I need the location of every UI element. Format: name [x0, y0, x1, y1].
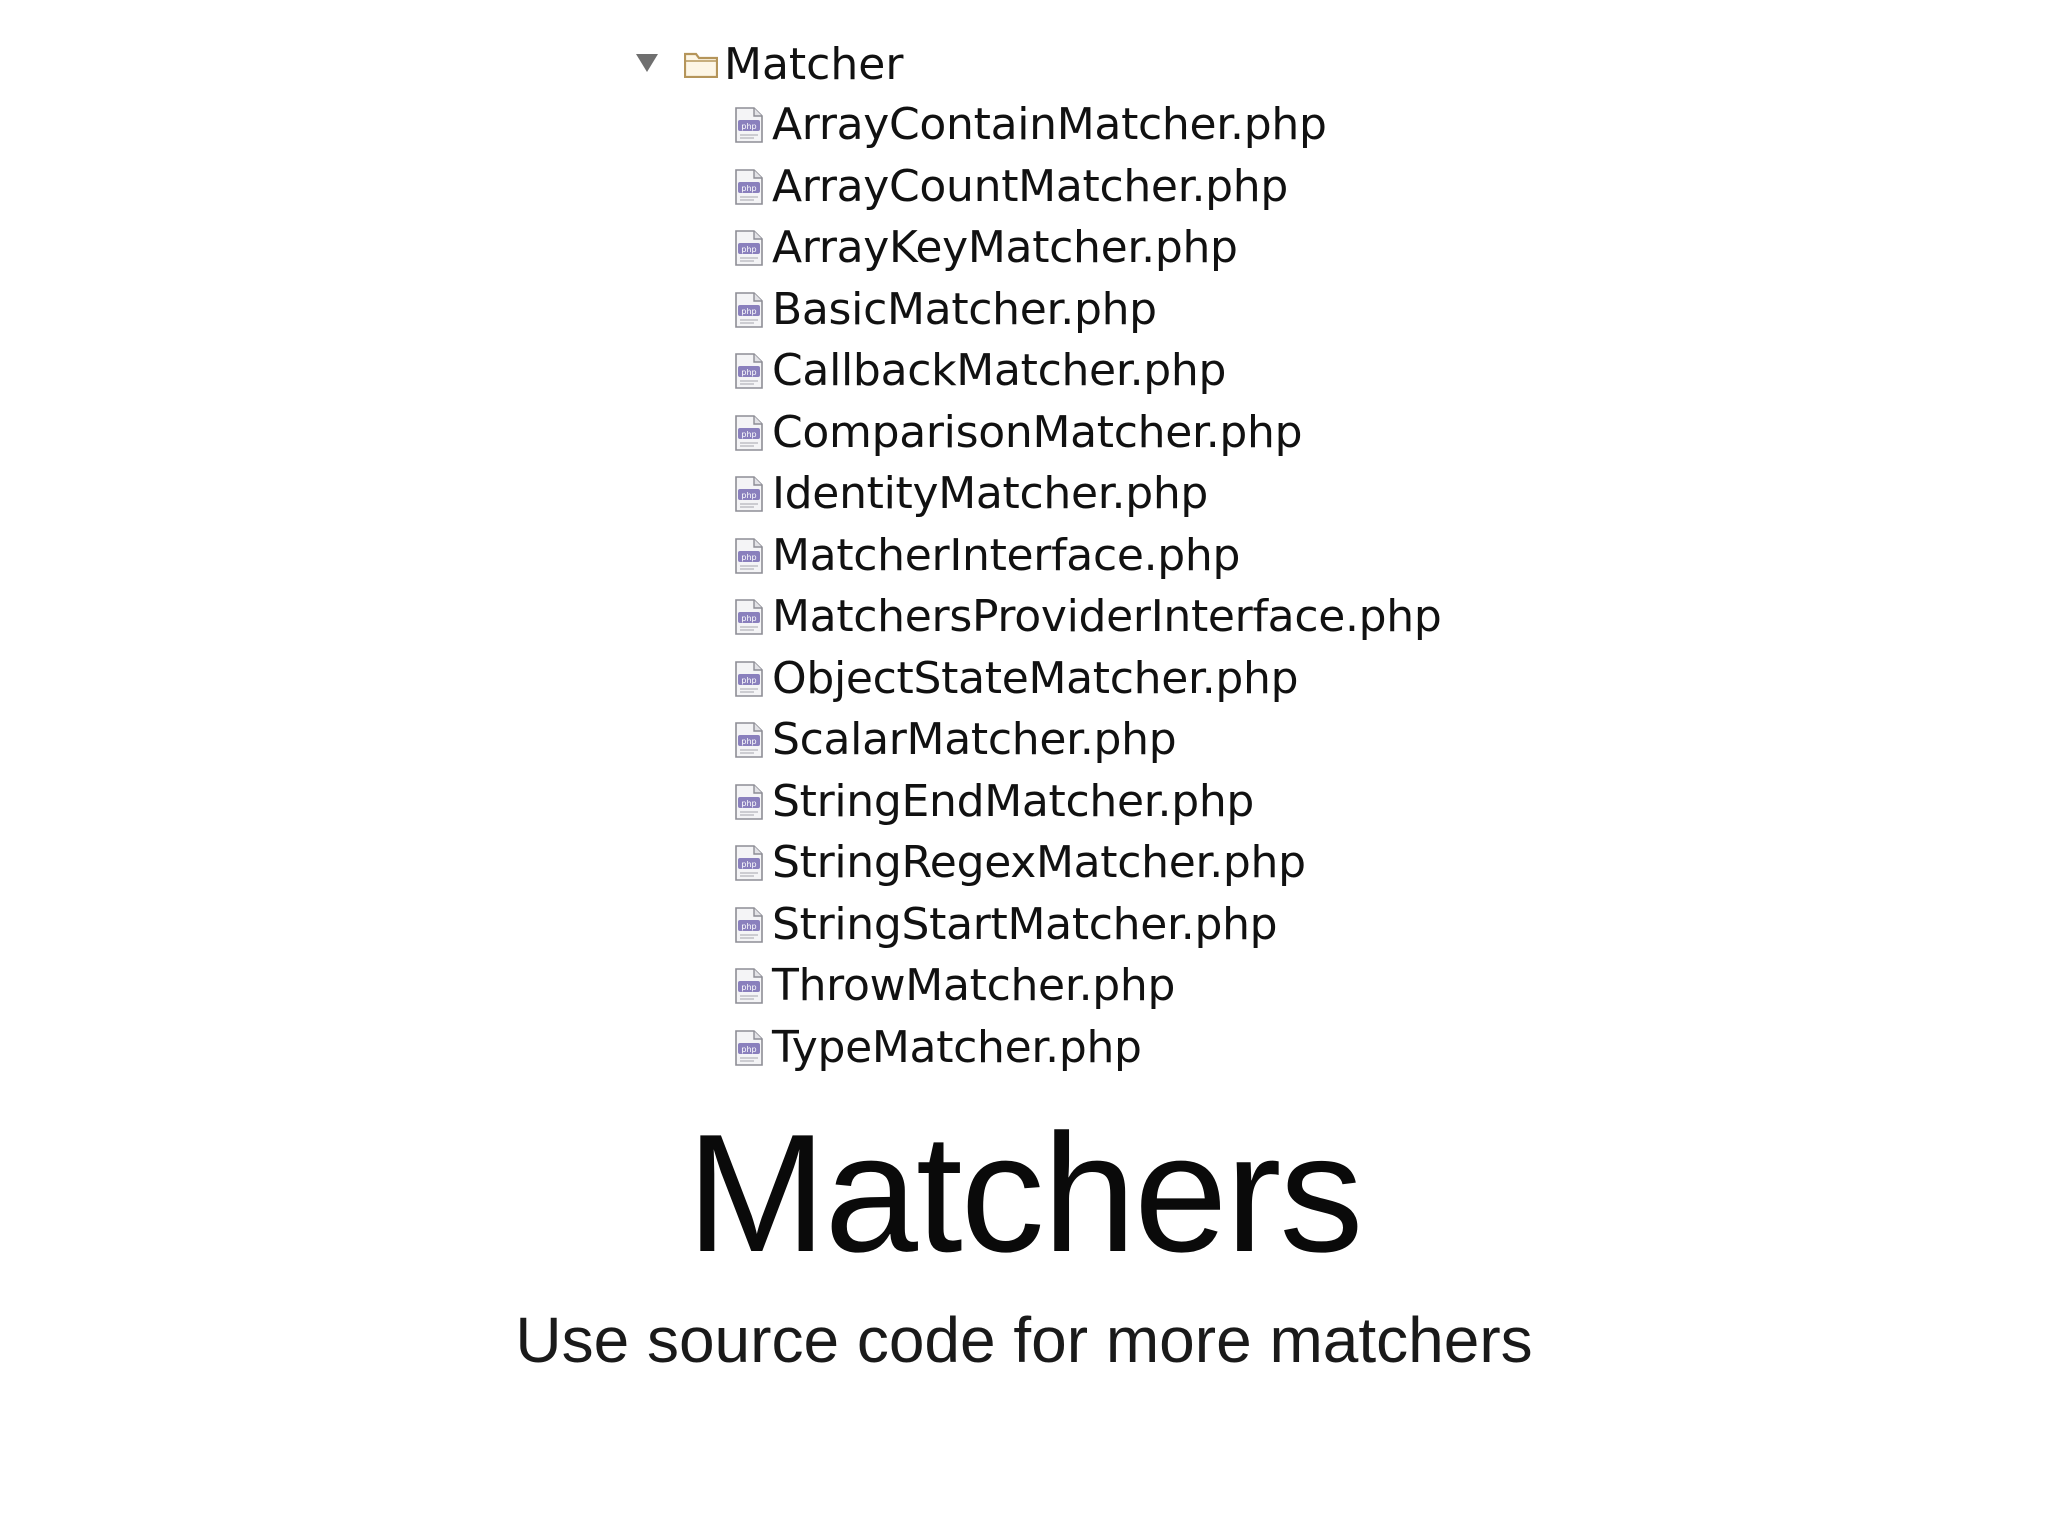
svg-text:php: php: [741, 799, 756, 808]
file-tree: Matcher php ArrayContainMatcher.php php Arr…: [620, 34, 1520, 1080]
file-name: ThrowMatcher.php: [772, 960, 1176, 1011]
php-file-icon: php: [735, 599, 763, 635]
file-item[interactable]: php ArrayKeyMatcher.php: [620, 219, 1520, 281]
file-item[interactable]: php CallbackMatcher.php: [620, 342, 1520, 404]
slide: Matcher php ArrayContainMatcher.php php Arr…: [0, 0, 2048, 1536]
folder-row-matcher[interactable]: Matcher: [620, 34, 1520, 96]
file-name: IdentityMatcher.php: [772, 468, 1209, 519]
folder-icon: [684, 52, 718, 78]
php-file-icon: php: [735, 353, 763, 389]
php-file-icon: php: [735, 783, 763, 820]
php-file-icon: php: [735, 107, 763, 143]
file-name: MatchersProviderInterface.php: [772, 591, 1442, 642]
file-item[interactable]: php ObjectStateMatcher.php: [620, 650, 1520, 712]
php-file-icon: php: [735, 414, 763, 451]
file-name: StringRegexMatcher.php: [772, 837, 1306, 888]
svg-text:php: php: [741, 368, 756, 377]
svg-text:php: php: [741, 737, 756, 746]
file-name: CallbackMatcher.php: [772, 345, 1227, 396]
php-file-icon: php: [735, 168, 763, 205]
file-item[interactable]: php MatcherInterface.php: [620, 527, 1520, 589]
file-item[interactable]: php ArrayContainMatcher.php: [620, 96, 1520, 158]
php-file-icon: php: [735, 722, 763, 758]
svg-text:php: php: [741, 922, 756, 931]
php-file-icon: php: [735, 1029, 763, 1066]
file-name: ScalarMatcher.php: [772, 714, 1177, 765]
file-name: TypeMatcher.php: [772, 1021, 1142, 1073]
svg-text:php: php: [741, 860, 756, 869]
svg-text:php: php: [741, 122, 756, 131]
file-item[interactable]: php ScalarMatcher.php: [620, 711, 1520, 773]
file-item[interactable]: php ThrowMatcher.php: [620, 957, 1520, 1019]
svg-text:php: php: [741, 491, 756, 500]
triangle-down-icon[interactable]: [636, 54, 658, 72]
file-item[interactable]: php StringEndMatcher.php: [620, 773, 1520, 835]
svg-text:php: php: [741, 1045, 756, 1054]
file-item[interactable]: php MatchersProviderInterface.php: [620, 588, 1520, 650]
file-name: ArrayCountMatcher.php: [772, 160, 1288, 212]
slide-subtitle: Use source code for more matchers: [515, 1304, 1533, 1376]
file-item[interactable]: php ArrayCountMatcher.php: [620, 158, 1520, 220]
file-name: ArrayContainMatcher.php: [772, 99, 1327, 150]
php-file-icon: php: [735, 537, 763, 574]
file-item[interactable]: php IdentityMatcher.php: [620, 465, 1520, 527]
file-name: StringEndMatcher.php: [772, 775, 1255, 827]
file-name: ArrayKeyMatcher.php: [772, 222, 1238, 273]
file-name: ObjectStateMatcher.php: [772, 652, 1299, 704]
file-list: php ArrayContainMatcher.php php ArrayCountM…: [620, 96, 1520, 1080]
file-item[interactable]: php BasicMatcher.php: [620, 281, 1520, 343]
file-name: ComparisonMatcher.php: [772, 406, 1303, 458]
svg-text:php: php: [741, 430, 756, 439]
file-name: BasicMatcher.php: [772, 283, 1157, 335]
svg-text:php: php: [741, 614, 756, 623]
file-name: MatcherInterface.php: [772, 529, 1241, 581]
svg-text:php: php: [741, 553, 756, 562]
php-file-icon: php: [735, 845, 763, 881]
file-name: StringStartMatcher.php: [772, 898, 1278, 950]
file-item[interactable]: php StringRegexMatcher.php: [620, 834, 1520, 896]
php-file-icon: php: [735, 968, 763, 1004]
svg-text:php: php: [741, 184, 756, 193]
file-item[interactable]: php TypeMatcher.php: [620, 1019, 1520, 1081]
php-file-icon: php: [735, 906, 763, 943]
svg-text:php: php: [741, 245, 756, 254]
svg-text:php: php: [741, 307, 756, 316]
php-file-icon: php: [735, 291, 763, 328]
folder-label: Matcher: [724, 39, 904, 90]
php-file-icon: php: [735, 230, 763, 266]
svg-text:php: php: [741, 676, 756, 685]
file-item[interactable]: php ComparisonMatcher.php: [620, 404, 1520, 466]
php-file-icon: php: [735, 660, 763, 697]
file-item[interactable]: php StringStartMatcher.php: [620, 896, 1520, 958]
slide-title: Matchers: [686, 1099, 1364, 1287]
php-file-icon: php: [735, 476, 763, 512]
svg-text:php: php: [741, 983, 756, 992]
